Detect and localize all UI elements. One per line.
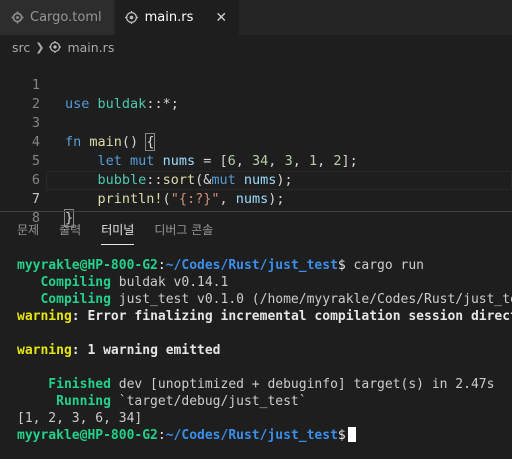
terminal-line: myyrakle@HP-800-G2:~/Codes/Rust/just_tes… xyxy=(17,427,512,444)
code-line: 5 bubble::sort(&mut nums); xyxy=(0,133,512,188)
code-line: 2 xyxy=(0,76,512,112)
prompt-path: ~/Codes/Rust/just_test xyxy=(165,258,338,273)
status-label: Compiling xyxy=(17,292,111,307)
terminal-cursor xyxy=(347,427,356,442)
prompt-symbol: $ xyxy=(337,258,346,273)
terminal-command: cargo run xyxy=(345,258,425,273)
tab-problems[interactable]: 문제 xyxy=(17,213,39,246)
prompt-path: ~/Codes/Rust/just_test xyxy=(165,428,338,443)
warning-label: warning xyxy=(17,343,72,358)
code-line: 6 println!("{:?}", nums); xyxy=(0,152,512,207)
terminal-line: Compiling buldak v0.14.1 xyxy=(17,274,512,291)
warning-text: : 1 warning emitted xyxy=(71,343,221,358)
tab-cargo-toml[interactable]: Cargo.toml xyxy=(0,0,115,35)
tab-terminal[interactable]: 터미널 xyxy=(101,213,135,246)
breadcrumb-file[interactable]: main.rs xyxy=(67,40,114,55)
code-line: 4 let mut nums = [6, 34, 3, 1, 2]; xyxy=(0,114,512,169)
tab-output[interactable]: 출력 xyxy=(59,213,81,246)
tab-main-rs[interactable]: main.rs ✕ xyxy=(114,0,241,35)
prompt-user: myyrakle@HP-800-G2 xyxy=(17,428,158,443)
warning-label: warning xyxy=(17,309,72,324)
rust-file-icon xyxy=(49,40,62,54)
terminal-line: Compiling just_test v0.1.0 (/home/myyrak… xyxy=(17,291,512,308)
code-line: 1 use buldak::*; xyxy=(0,57,512,112)
editor-tab-bar: Cargo.toml main.rs ✕ xyxy=(0,0,512,35)
close-icon[interactable]: ✕ xyxy=(215,10,227,26)
tab-label: Cargo.toml xyxy=(30,10,102,25)
terminal-line: Running `target/debug/just_test` xyxy=(17,393,512,410)
prompt-separator: : xyxy=(157,258,166,273)
breadcrumb-folder[interactable]: src xyxy=(12,40,30,55)
rust-file-icon xyxy=(125,11,139,25)
settings-file-icon xyxy=(10,11,24,25)
panel-tab-bar: 문제 출력 터미널 디버그 콘솔 xyxy=(0,212,512,247)
tab-bar-empty-space xyxy=(240,0,512,35)
code-line: 3 fn main() { xyxy=(0,95,512,151)
terminal-line: warning: 1 warning emitted xyxy=(17,342,512,359)
prompt-symbol: $ xyxy=(337,428,346,443)
chevron-right-icon: ❯ xyxy=(35,40,45,54)
warning-text: : Error finalizing incremental compilati… xyxy=(71,309,512,324)
code-editor[interactable]: 1 use buldak::*; 2 3 fn main() { 4 let m… xyxy=(0,57,512,227)
code-line: 8 xyxy=(0,190,512,226)
terminal-line: myyrakle@HP-800-G2:~/Codes/Rust/just_tes… xyxy=(17,257,512,274)
status-text: dev [unoptimized + debuginfo] target(s) … xyxy=(110,377,495,392)
terminal[interactable]: myyrakle@HP-800-G2:~/Codes/Rust/just_tes… xyxy=(17,257,512,444)
status-label: Finished xyxy=(17,377,111,392)
prompt-user: myyrakle@HP-800-G2 xyxy=(17,258,158,273)
program-output: [1, 2, 3, 6, 34] xyxy=(17,411,143,426)
status-label: Running xyxy=(17,394,111,409)
tab-label: main.rs xyxy=(144,10,194,25)
status-label: Compiling xyxy=(17,275,111,290)
breadcrumb: src ❯ main.rs xyxy=(0,36,512,58)
status-text: just_test v0.1.0 (/home/myyrakle/Codes/R… xyxy=(110,292,512,307)
terminal-line: [1, 2, 3, 6, 34] xyxy=(17,410,512,427)
terminal-line: Finished dev [unoptimized + debuginfo] t… xyxy=(17,376,512,393)
status-text: buldak v0.14.1 xyxy=(110,275,229,290)
status-text: `target/debug/just_test` xyxy=(110,394,307,409)
code-line: 7 } xyxy=(0,171,512,227)
terminal-line: warning: Error finalizing incremental co… xyxy=(17,308,512,325)
tab-debug-console[interactable]: 디버그 콘솔 xyxy=(154,213,213,246)
prompt-separator: : xyxy=(157,428,166,443)
